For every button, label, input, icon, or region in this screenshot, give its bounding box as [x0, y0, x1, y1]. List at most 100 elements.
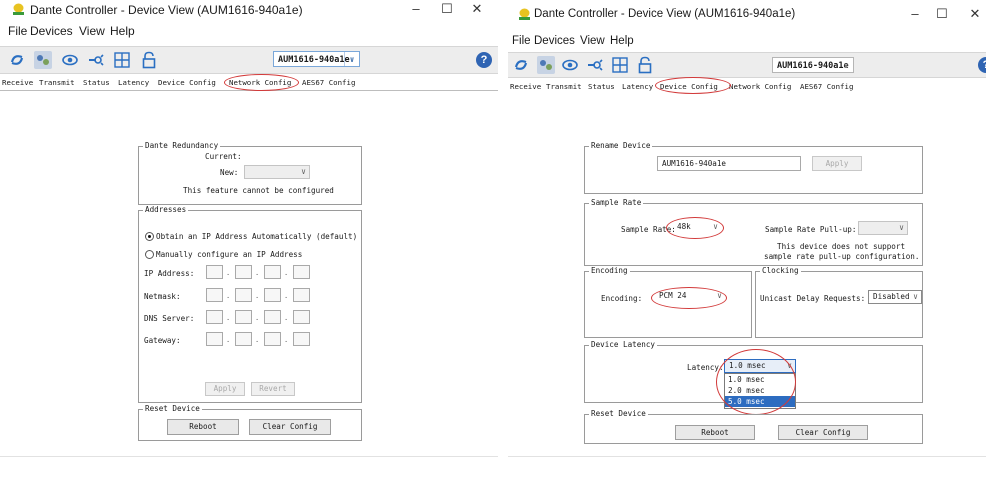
grid-icon[interactable] [611, 56, 629, 74]
netmask-label: Netmask: [144, 292, 181, 301]
tab-latency[interactable]: Latency [118, 78, 149, 87]
close-icon[interactable]: ✕ [466, 1, 488, 17]
window-title: Dante Controller - Device View (AUM1616-… [534, 8, 796, 20]
status-divider [508, 456, 986, 457]
clear-config-button[interactable]: Clear Config [778, 425, 868, 440]
tab-transmit[interactable]: Transmit [39, 78, 75, 87]
menu-devices[interactable]: Devices [534, 35, 575, 47]
pullup-label: Sample Rate Pull-up: [765, 225, 857, 234]
refresh-icon[interactable] [8, 51, 26, 69]
status-divider [0, 456, 498, 457]
dns-octet-field[interactable] [293, 310, 310, 324]
apply-button[interactable]: Apply [205, 382, 245, 396]
annotation-oval [224, 74, 299, 91]
maximize-icon[interactable]: ☐ [436, 1, 458, 17]
chevron-down-icon: ∨ [913, 292, 918, 301]
network-view-icon[interactable] [537, 56, 555, 74]
tab-transmit[interactable]: Transmit [546, 82, 582, 91]
connect-icon[interactable] [586, 56, 604, 74]
octet-separator: . [226, 269, 231, 277]
auto-ip-label: Obtain an IP Address Automatically (defa… [156, 232, 358, 241]
help-icon[interactable]: ? [978, 57, 986, 73]
lock-icon[interactable] [636, 56, 654, 74]
device-select-value: AUM1616-940a1e [278, 55, 350, 65]
tab-status[interactable]: Status [588, 82, 615, 91]
dns-server-label: DNS Server: [144, 314, 195, 323]
eye-icon[interactable] [561, 56, 579, 74]
tab-aes67-config[interactable]: AES67 Config [302, 78, 355, 87]
ip-octet-field[interactable] [264, 265, 281, 279]
rename-apply-button[interactable]: Apply [812, 156, 862, 171]
unicast-delay-select[interactable]: Disabled ∨ [868, 290, 922, 304]
menu-devices[interactable]: Devices [30, 24, 73, 38]
redundancy-new-select[interactable]: ∨ [244, 165, 310, 179]
minimize-icon[interactable]: – [904, 6, 926, 21]
tab-status[interactable]: Status [83, 78, 110, 87]
radio-auto-ip[interactable] [145, 232, 154, 241]
group-addresses: Addresses Obtain an IP Address Automatic… [138, 205, 362, 403]
tab-network-config[interactable]: Network Config [729, 82, 791, 91]
ip-octet-field[interactable] [235, 265, 252, 279]
tab-latency[interactable]: Latency [622, 82, 653, 91]
annotation-oval [666, 217, 724, 239]
octet-separator: . [284, 292, 289, 300]
tab-receive[interactable]: Receive [2, 78, 33, 87]
ip-octet-field[interactable] [293, 265, 310, 279]
dns-octet-field[interactable] [235, 310, 252, 324]
device-select[interactable]: AUM1616-940a1e ∨ [772, 57, 854, 73]
eye-icon[interactable] [61, 51, 79, 69]
device-select-value: AUM1616-940a1e [777, 61, 849, 71]
gateway-label: Gateway: [144, 336, 181, 345]
device-select[interactable]: AUM1616-940a1e ∨ [273, 51, 360, 67]
netmask-octet-field[interactable] [264, 288, 281, 302]
tab-bar: Receive Transmit Status Latency Device C… [508, 80, 986, 94]
gateway-octet-field[interactable] [206, 332, 223, 346]
reboot-button[interactable]: Reboot [167, 419, 239, 435]
radio-manual-ip[interactable] [145, 250, 154, 259]
network-view-icon[interactable] [34, 51, 52, 69]
encoding-label: Encoding: [601, 294, 643, 303]
menu-file[interactable]: File [512, 35, 531, 47]
tab-device-config[interactable]: Device Config [158, 78, 216, 87]
netmask-octet-field[interactable] [206, 288, 223, 302]
dns-octet-field[interactable] [206, 310, 223, 324]
gateway-octet-field[interactable] [235, 332, 252, 346]
menu-file[interactable]: File [8, 24, 27, 38]
new-label: New: [220, 168, 239, 177]
menu-help[interactable]: Help [610, 35, 634, 47]
annotation-oval [651, 287, 727, 309]
gateway-octet-field[interactable] [293, 332, 310, 346]
revert-button[interactable]: Revert [251, 382, 295, 396]
lock-icon[interactable] [140, 51, 158, 69]
grid-icon[interactable] [113, 51, 131, 69]
refresh-icon[interactable] [512, 56, 530, 74]
dns-octet-field[interactable] [264, 310, 281, 324]
tab-aes67-config[interactable]: AES67 Config [800, 82, 853, 91]
group-title: Clocking [760, 266, 801, 275]
close-icon[interactable]: ✕ [964, 6, 986, 22]
group-title: Sample Rate [589, 198, 644, 207]
pullup-select[interactable]: ∨ [858, 221, 908, 235]
pullup-note-1: This device does not support [777, 242, 906, 251]
maximize-icon[interactable]: ☐ [931, 6, 953, 22]
reboot-button[interactable]: Reboot [675, 425, 755, 440]
menu-view[interactable]: View [79, 24, 105, 38]
group-title: Dante Redundancy [143, 141, 221, 150]
menu-view[interactable]: View [580, 35, 605, 47]
minimize-icon[interactable]: – [405, 1, 427, 16]
unicast-delay-value: Disabled [873, 292, 910, 301]
group-reset-device: Reset Device Reboot Clear Config [584, 409, 923, 444]
help-icon[interactable]: ? [476, 52, 492, 68]
device-view-window-network-config: Dante Controller - Device View (AUM1616-… [0, 0, 498, 486]
gateway-octet-field[interactable] [264, 332, 281, 346]
netmask-octet-field[interactable] [293, 288, 310, 302]
netmask-octet-field[interactable] [235, 288, 252, 302]
menu-help[interactable]: Help [110, 24, 135, 38]
group-dante-redundancy: Dante Redundancy Current: New: ∨ This fe… [138, 141, 362, 205]
dropdown-arrow-icon: ∨ [843, 61, 849, 70]
ip-octet-field[interactable] [206, 265, 223, 279]
device-name-input[interactable]: AUM1616-940a1e [657, 156, 801, 171]
clear-config-button[interactable]: Clear Config [249, 419, 331, 435]
tab-receive[interactable]: Receive [510, 82, 541, 91]
connect-icon[interactable] [87, 51, 105, 69]
